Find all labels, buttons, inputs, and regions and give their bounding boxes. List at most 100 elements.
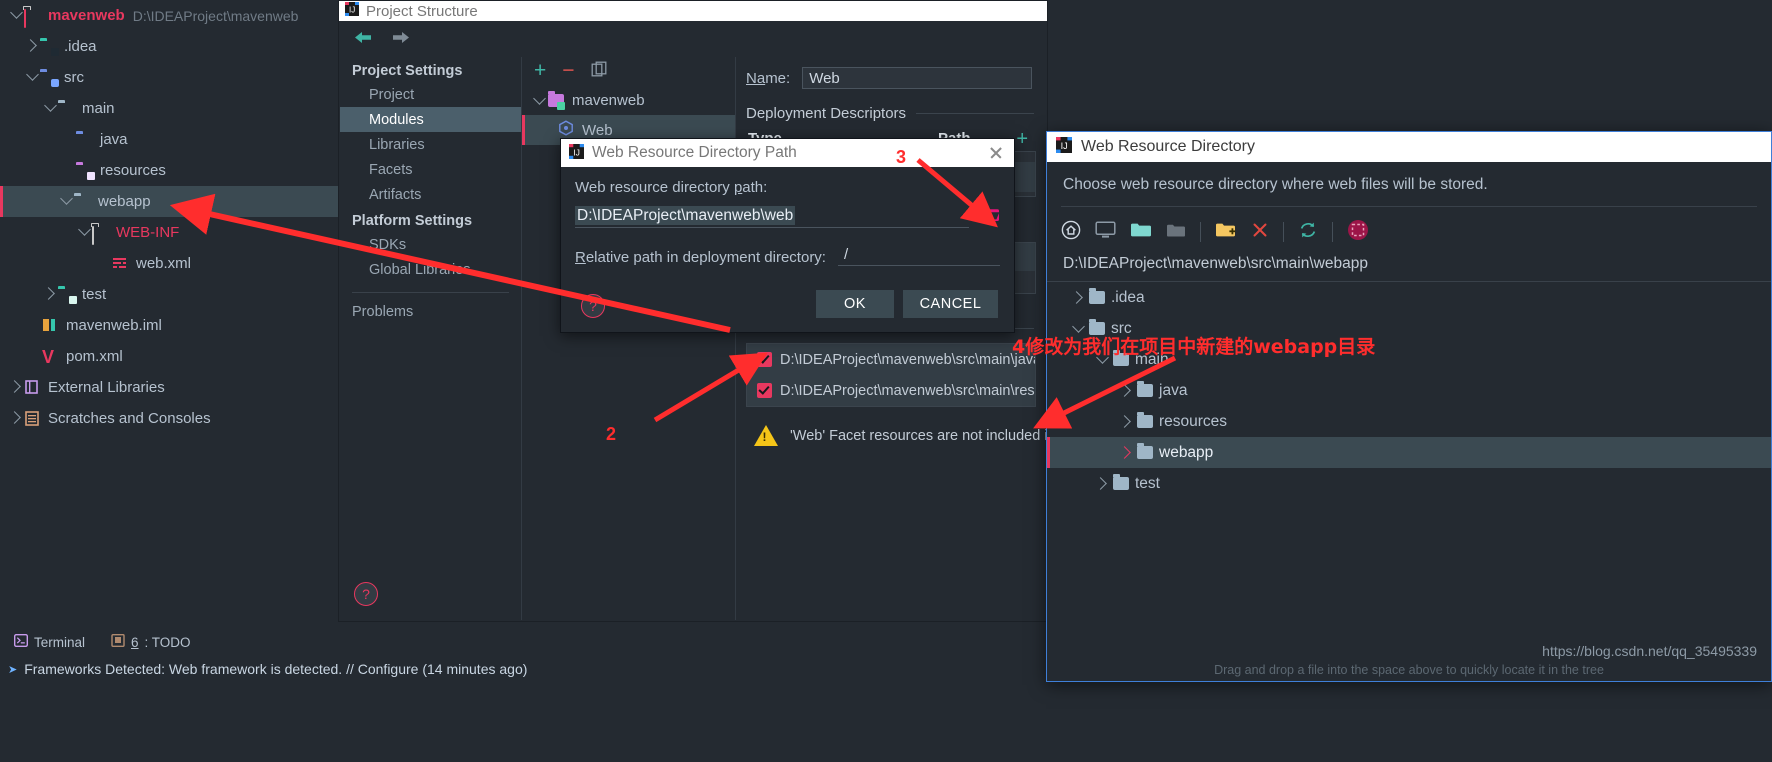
chevron-right-icon[interactable] — [1115, 382, 1137, 400]
sidebar-item-artifacts[interactable]: Artifacts — [340, 182, 521, 207]
project-structure-nav[interactable] — [339, 21, 1047, 57]
project-tool-window[interactable]: mavenweb D:\IDEAProject\mavenweb .idea s… — [0, 0, 338, 620]
status-text: Frameworks Detected: Web framework is de… — [24, 661, 528, 677]
chooser-drag-drop-hint: Drag and drop a file into the space abov… — [1214, 663, 1604, 677]
annotation-step-2: 2 — [606, 424, 617, 444]
expand-icon[interactable]: ➤ — [8, 663, 17, 676]
module-label: Web — [582, 121, 613, 139]
sidebar-item-facets[interactable]: Facets — [340, 157, 521, 182]
chevron-down-icon[interactable] — [58, 191, 74, 208]
chevron-right-icon[interactable] — [1115, 413, 1137, 431]
chooser-row-webapp[interactable]: webapp — [1047, 437, 1771, 468]
source-root-checkbox[interactable] — [757, 383, 772, 398]
tree-row-web-xml[interactable]: web.xml — [0, 248, 338, 279]
tree-row-src[interactable]: src — [0, 62, 338, 93]
project-folder-icon[interactable] — [1130, 221, 1152, 243]
tree-row-webapp[interactable]: webapp — [0, 186, 338, 217]
tree-row-main[interactable]: main — [0, 93, 338, 124]
tree-row-test[interactable]: test — [0, 279, 338, 310]
sidebar-item-modules[interactable]: Modules — [340, 107, 521, 132]
source-root-checkbox[interactable] — [757, 352, 772, 367]
tree-item-label: Scratches and Consoles — [48, 410, 211, 427]
chevron-down-icon[interactable] — [530, 91, 548, 109]
tree-row-scratches-and-consoles[interactable]: Scratches and Consoles — [0, 403, 338, 434]
chevron-right-icon[interactable] — [23, 38, 40, 53]
project-structure-sidebar[interactable]: Project Settings Project Modules Librari… — [340, 57, 521, 620]
source-roots-listbox[interactable]: D:\IDEAProject\mavenweb\src\main\java D:… — [746, 343, 1036, 407]
chevron-right-icon[interactable] — [1091, 475, 1113, 493]
chevron-down-icon[interactable] — [24, 67, 40, 84]
help-icon[interactable]: ? — [581, 294, 605, 318]
module-folder-icon[interactable] — [1166, 222, 1186, 243]
tree-row-pom-xml[interactable]: V pom.xml — [0, 341, 338, 372]
tree-row-java[interactable]: java — [0, 124, 338, 155]
chevron-down-icon[interactable] — [42, 98, 58, 115]
project-structure-titlebar[interactable]: IJ Project Structure — [339, 1, 1047, 21]
sidebar-item-libraries[interactable]: Libraries — [340, 132, 521, 157]
facet-warning-text: 'Web' Facet resources are not included i… — [790, 427, 1046, 444]
chooser-row-test[interactable]: test — [1047, 468, 1771, 499]
sidebar-group-platform-settings: Platform Settings — [352, 213, 473, 229]
home-icon[interactable] — [1061, 220, 1081, 244]
ide-tool-window-bar[interactable]: Terminal 6: TODO — [0, 628, 352, 656]
chevron-right-icon[interactable] — [41, 286, 58, 301]
chooser-row-idea[interactable]: .idea — [1047, 282, 1771, 313]
hide-path-icon[interactable] — [1347, 219, 1369, 245]
source-root-row[interactable]: D:\IDEAProject\mavenweb\src\main\java — [747, 344, 1035, 375]
intellij-idea-icon: IJ — [345, 2, 359, 20]
cancel-button[interactable]: CANCEL — [903, 290, 998, 318]
facet-name-input[interactable]: Web — [802, 67, 1032, 89]
tree-row-iml[interactable]: mavenweb.iml — [0, 310, 338, 341]
terminal-tool-button[interactable]: Terminal — [13, 633, 85, 650]
relative-path-label: Relative path in deployment directory: — [575, 249, 826, 266]
dialog-titlebar[interactable]: IJ Web Resource Directory Path — [561, 139, 1014, 167]
deployment-descriptors-section: Deployment Descriptors — [736, 95, 1046, 122]
close-icon[interactable] — [986, 143, 1006, 163]
source-root-row[interactable]: D:\IDEAProject\mavenweb\src\main\resour — [747, 375, 1035, 406]
todo-tool-button[interactable]: 6: TODO — [111, 633, 191, 650]
event-log-status-line[interactable]: ➤ Frameworks Detected: Web framework is … — [0, 658, 688, 680]
plus-icon[interactable]: + — [1016, 129, 1036, 149]
tree-row-idea[interactable]: .idea — [0, 31, 338, 62]
ok-button[interactable]: OK — [816, 290, 894, 318]
relative-path-input[interactable]: / — [837, 246, 1000, 266]
sidebar-item-sdks[interactable]: SDKs — [340, 232, 521, 257]
help-icon[interactable]: ? — [354, 582, 378, 606]
refresh-icon[interactable] — [1298, 220, 1318, 244]
chooser-toolbar[interactable] — [1061, 206, 1757, 247]
tree-row-resources[interactable]: resources — [0, 155, 338, 186]
arrow-left-icon[interactable] — [353, 30, 373, 49]
delete-icon[interactable] — [1251, 221, 1269, 243]
arrow-right-icon[interactable] — [391, 30, 411, 49]
chooser-item-label: .idea — [1111, 288, 1145, 306]
chevron-down-icon[interactable] — [76, 222, 92, 239]
modules-toolbar[interactable]: + − — [522, 57, 735, 85]
chevron-right-icon[interactable] — [1067, 289, 1089, 307]
section-rule — [916, 113, 1034, 114]
tree-item-label: test — [82, 286, 107, 303]
chooser-row-java[interactable]: java — [1047, 375, 1771, 406]
chevron-right-icon[interactable] — [1115, 444, 1137, 462]
folder-browse-icon[interactable] — [979, 205, 1000, 228]
chevron-right-icon[interactable] — [7, 379, 24, 394]
chevron-right-icon[interactable] — [7, 410, 24, 425]
tree-row-project-root[interactable]: mavenweb D:\IDEAProject\mavenweb — [0, 0, 338, 31]
desktop-icon[interactable] — [1095, 221, 1116, 243]
sidebar-item-project[interactable]: Project — [340, 82, 521, 107]
web-resource-directory-chooser-dialog[interactable]: IJ Web Resource Directory Choose web res… — [1046, 131, 1772, 682]
sidebar-item-global-libraries[interactable]: Global Libraries — [340, 257, 521, 282]
copy-icon[interactable] — [591, 61, 608, 82]
tree-row-external-libraries[interactable]: External Libraries — [0, 372, 338, 403]
module-row-mavenweb[interactable]: mavenweb — [522, 85, 735, 115]
path-input[interactable]: D:\IDEAProject\mavenweb\web — [575, 206, 969, 228]
chooser-row-resources[interactable]: resources — [1047, 406, 1771, 437]
sidebar-item-problems[interactable]: Problems — [340, 299, 521, 324]
web-resource-directory-path-dialog[interactable]: IJ Web Resource Directory Path Web resou… — [560, 138, 1015, 333]
chooser-titlebar[interactable]: IJ Web Resource Directory — [1047, 132, 1771, 162]
new-folder-icon[interactable] — [1215, 221, 1237, 243]
plus-icon[interactable]: + — [534, 60, 546, 81]
chevron-down-icon[interactable] — [8, 5, 24, 22]
minus-icon[interactable]: − — [562, 60, 574, 81]
tree-row-web-inf[interactable]: WEB-INF — [0, 217, 338, 248]
chooser-file-tree[interactable]: .idea src main java resources webapp tes… — [1047, 281, 1771, 499]
